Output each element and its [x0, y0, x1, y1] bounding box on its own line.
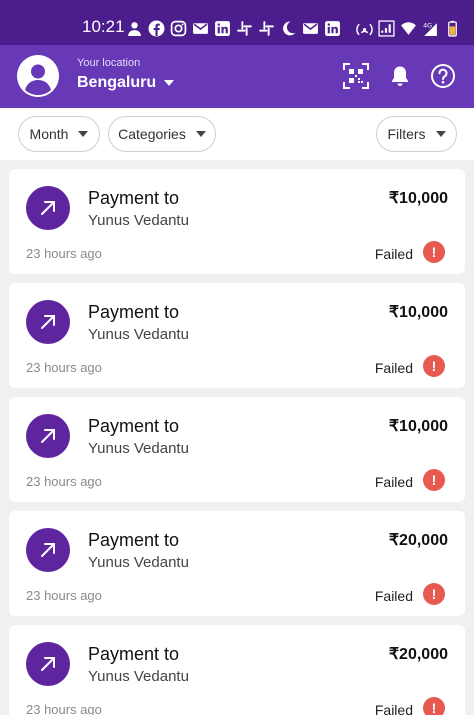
transaction-time: 23 hours ago — [26, 246, 102, 261]
notifications-button[interactable] — [385, 61, 415, 91]
slack-icon — [258, 20, 275, 37]
transaction-time: 23 hours ago — [26, 702, 102, 715]
transaction-payee: Yunus Vedantu — [88, 212, 189, 229]
transaction-card[interactable]: Payment to Yunus Vedantu ₹20,000 23 hour… — [9, 625, 465, 715]
linkedin-icon — [214, 20, 231, 37]
bell-icon — [392, 66, 408, 86]
app-header: Your location Bengaluru — [0, 45, 474, 108]
moon-icon — [280, 20, 297, 37]
status-time: 10:21 — [82, 17, 125, 36]
transaction-time: 23 hours ago — [26, 588, 102, 603]
profile-avatar[interactable] — [17, 55, 59, 97]
gmail-icon — [302, 20, 319, 37]
categories-filter-chip[interactable]: Categories — [108, 116, 216, 152]
transaction-amount: ₹10,000 — [388, 418, 448, 435]
transaction-time: 23 hours ago — [26, 360, 102, 375]
failed-alert-icon: ! — [423, 469, 445, 491]
transaction-title: Payment to — [88, 188, 180, 208]
notification-person-icon — [126, 20, 143, 37]
svg-text:4G: 4G — [423, 21, 432, 29]
transaction-status: Failed — [374, 588, 413, 604]
transaction-status: Failed — [374, 360, 413, 376]
transaction-title: Payment to — [88, 530, 180, 550]
sent-arrow-icon — [26, 300, 70, 344]
battery-icon — [444, 20, 461, 37]
transaction-card[interactable]: Payment to Yunus Vedantu ₹10,000 23 hour… — [9, 169, 465, 274]
transaction-amount: ₹10,000 — [388, 304, 448, 321]
transaction-amount: ₹10,000 — [388, 190, 448, 207]
transaction-status: Failed — [374, 246, 413, 262]
hotspot-icon — [356, 20, 373, 37]
transaction-payee: Yunus Vedantu — [88, 326, 189, 343]
failed-alert-icon: ! — [423, 697, 445, 715]
location-city: Bengaluru — [77, 74, 157, 91]
transaction-card[interactable]: Payment to Yunus Vedantu ₹10,000 23 hour… — [9, 283, 465, 388]
transaction-payee: Yunus Vedantu — [88, 554, 189, 571]
month-filter-chip[interactable]: Month — [18, 116, 100, 152]
transaction-amount: ₹20,000 — [388, 532, 448, 549]
failed-alert-icon: ! — [423, 355, 445, 377]
qr-scan-button[interactable] — [341, 61, 371, 91]
wifi-icon — [400, 20, 417, 37]
caret-down-icon — [195, 131, 206, 137]
sent-arrow-icon — [26, 642, 70, 686]
linkedin-icon — [324, 20, 341, 37]
status-bar: 10:21 4G — [0, 0, 474, 45]
sent-arrow-icon — [26, 414, 70, 458]
transaction-title: Payment to — [88, 644, 180, 664]
gmail-icon — [192, 20, 209, 37]
transaction-payee: Yunus Vedantu — [88, 668, 189, 685]
filters-chip[interactable]: Filters — [376, 116, 457, 152]
caret-down-icon — [435, 131, 446, 137]
categories-filter-label: Categories — [118, 126, 186, 142]
transaction-card[interactable]: Payment to Yunus Vedantu ₹10,000 23 hour… — [9, 397, 465, 502]
transaction-amount: ₹20,000 — [388, 646, 448, 663]
help-icon — [431, 64, 455, 88]
transaction-title: Payment to — [88, 416, 180, 436]
filter-bar: Month Categories Filters — [0, 108, 474, 160]
caret-down-icon — [78, 131, 89, 137]
transaction-status: Failed — [374, 702, 413, 715]
slack-icon — [236, 20, 253, 37]
network-4g-icon: 4G — [422, 20, 439, 37]
transaction-status: Failed — [374, 474, 413, 490]
status-icons: 4G — [126, 18, 461, 38]
filters-chip-label: Filters — [387, 126, 426, 142]
help-button[interactable] — [428, 61, 458, 91]
transaction-list: Payment to Yunus Vedantu ₹10,000 23 hour… — [0, 160, 474, 715]
instagram-icon — [170, 20, 187, 37]
failed-alert-icon: ! — [423, 241, 445, 263]
chevron-down-icon — [164, 80, 175, 86]
qr-code-icon — [343, 63, 369, 89]
sent-arrow-icon — [26, 186, 70, 230]
sent-arrow-icon — [26, 528, 70, 572]
location-selector[interactable]: Bengaluru — [77, 74, 175, 92]
facebook-icon — [148, 20, 165, 37]
transaction-title: Payment to — [88, 302, 180, 322]
location-label: Your location — [77, 57, 141, 69]
transaction-time: 23 hours ago — [26, 474, 102, 489]
transaction-payee: Yunus Vedantu — [88, 440, 189, 457]
failed-alert-icon: ! — [423, 583, 445, 605]
signal-icon — [378, 19, 395, 37]
month-filter-label: Month — [29, 126, 69, 142]
transaction-card[interactable]: Payment to Yunus Vedantu ₹20,000 23 hour… — [9, 511, 465, 616]
